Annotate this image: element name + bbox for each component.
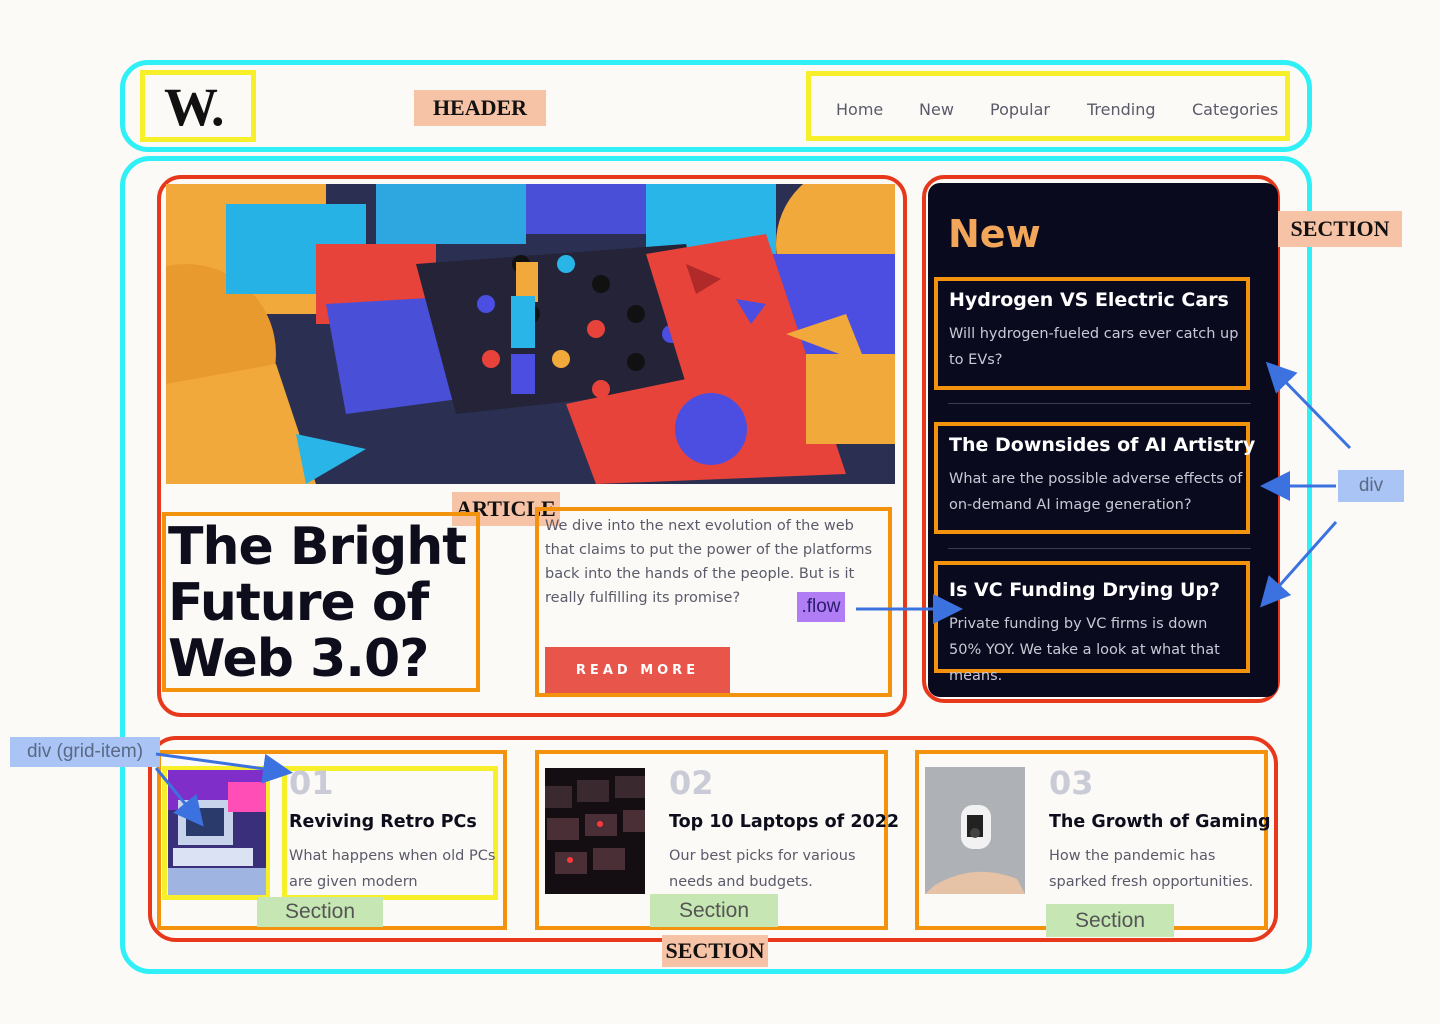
keyboard-image	[545, 768, 645, 894]
bottom-section-tag: SECTION	[662, 935, 768, 967]
new-item-desc: Private funding by VC firms is down 50% …	[949, 616, 1220, 684]
section-tag-3: Section	[1046, 904, 1174, 937]
read-more-button[interactable]: READ MORE	[545, 647, 730, 693]
site-logo[interactable]: W.	[164, 76, 244, 137]
game-controller-image	[925, 767, 1025, 894]
retro-pc-image	[168, 770, 266, 895]
laptop-keys-thumbnail	[545, 768, 645, 894]
nav-home[interactable]: Home	[836, 100, 883, 119]
nav-new[interactable]: New	[919, 100, 954, 119]
new-item-desc: Will hydrogen-fueled cars ever catch up …	[949, 326, 1239, 368]
hero-image	[166, 184, 895, 484]
new-item-title[interactable]: Hydrogen VS Electric Cars	[949, 289, 1229, 311]
item-title[interactable]: Top 10 Laptops of 2022	[669, 812, 899, 832]
new-heading: New	[948, 212, 1041, 256]
grid-item-tag: div (grid-item)	[10, 737, 160, 767]
nav-popular[interactable]: Popular	[990, 100, 1050, 119]
divider	[948, 403, 1251, 404]
div-tag: div	[1338, 470, 1404, 502]
item-desc: Our best picks for various needs and bud…	[669, 848, 856, 890]
divider	[948, 548, 1251, 549]
nav-categories[interactable]: Categories	[1192, 100, 1278, 119]
item-title[interactable]: The Growth of Gaming	[1049, 812, 1271, 832]
item-title[interactable]: Reviving Retro PCs	[289, 812, 477, 832]
article-title-line-2: Future of	[168, 573, 429, 633]
new-item-desc: What are the possible adverse effects of…	[949, 471, 1243, 513]
article-title: The Bright Future of Web 3.0?	[168, 519, 478, 687]
item-desc: How the pandemic has sparked fresh oppor…	[1049, 848, 1254, 890]
item-number: 02	[669, 764, 714, 802]
aside-tag: SECTION	[1278, 211, 1402, 247]
retro-pc-thumbnail	[168, 770, 266, 895]
article-title-line-1: The Bright	[168, 517, 467, 577]
item-number: 03	[1049, 764, 1094, 802]
section-tag-1: Section	[257, 897, 383, 927]
item-number: 01	[289, 764, 334, 802]
new-item-title[interactable]: Is VC Funding Drying Up?	[949, 579, 1220, 601]
abstract-blocks-illustration	[166, 184, 895, 484]
nav-trending[interactable]: Trending	[1087, 100, 1156, 119]
flow-tag: .flow	[797, 592, 845, 622]
section-tag-2: Section	[650, 894, 778, 927]
header-tag: HEADER	[414, 90, 546, 126]
article-title-line-3: Web 3.0?	[168, 629, 429, 689]
gaming-thumbnail	[925, 767, 1025, 894]
new-item-title[interactable]: The Downsides of AI Artistry	[949, 434, 1255, 456]
